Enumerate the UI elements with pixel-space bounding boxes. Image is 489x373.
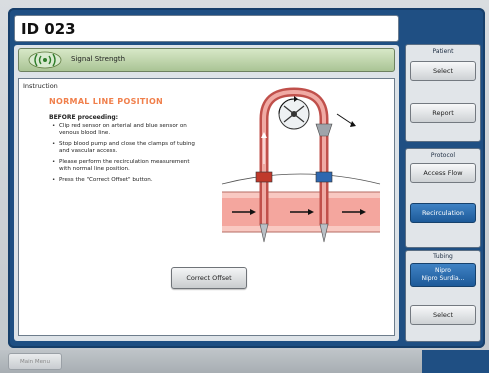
footer-corner-panel [422,350,489,373]
tubing-line-1: Nipro [435,267,451,274]
before-proceeding-label: BEFORE proceeding: [49,114,119,121]
tubing-section: Tubing Nipro Nipro Surdia... Select [405,250,481,342]
correct-offset-button[interactable]: Correct Offset [171,267,247,289]
instruction-item: Clip red sensor on arterial and blue sen… [51,123,199,137]
patient-select-button[interactable]: Select [410,61,476,81]
signal-strength-label: Signal Strength [71,55,126,63]
main-menu-button[interactable]: Main Menu [8,353,62,370]
patient-id-bar: ID 023 [14,15,399,42]
instruction-item: Press the "Correct Offset" button. [51,177,199,184]
patient-section: Patient Select Report [405,44,481,142]
instruction-item: Please perform the recirculation measure… [51,159,199,173]
signal-icon [28,51,62,69]
signal-strength-bar: Signal Strength [18,48,395,72]
patient-section-title: Patient [432,48,454,55]
report-button[interactable]: Report [410,103,476,123]
recirculation-button[interactable]: Recirculation [410,203,476,223]
tubing-selection: Nipro Nipro Surdia... [410,263,476,287]
tubing-line-2: Nipro Surdia... [421,275,465,282]
line-position-illustration [221,87,381,243]
patient-id-label: ID 023 [21,20,76,38]
instruction-panel: Instruction NORMAL LINE POSITION BEFORE … [18,78,395,336]
protocol-section-title: Protocol [430,152,456,159]
instruction-list: Clip red sensor on arterial and blue sen… [51,123,199,188]
instruction-item: Stop blood pump and close the clamps of … [51,141,199,155]
instruction-panel-title: Instruction [23,82,58,90]
protocol-section: Protocol Access Flow Recirculation [405,148,481,248]
tubing-select-button[interactable]: Select [410,305,476,325]
tubing-section-title: Tubing [433,253,453,260]
footer-bar [0,350,489,373]
instruction-heading: NORMAL LINE POSITION [49,97,164,106]
access-flow-button[interactable]: Access Flow [410,163,476,183]
